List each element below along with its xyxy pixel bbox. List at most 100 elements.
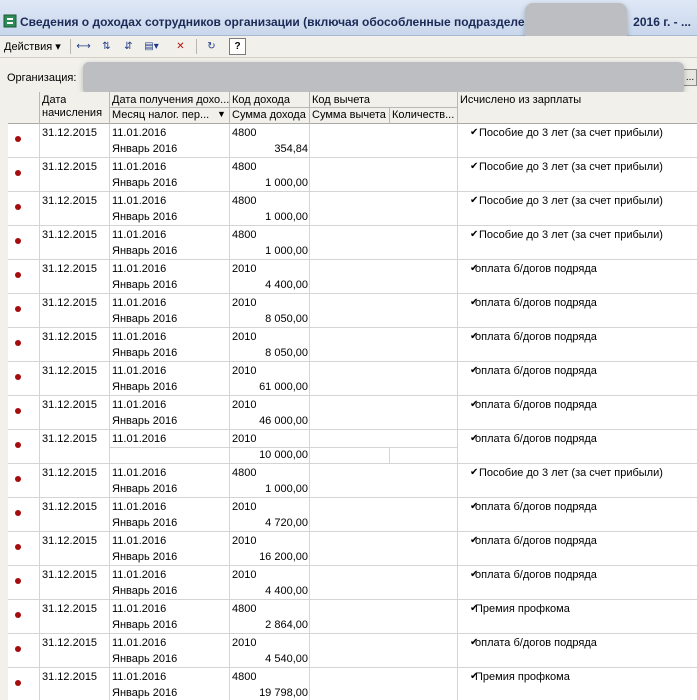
cell-income-sum: 1 000,00 xyxy=(265,483,308,495)
header-income-sum[interactable]: Сумма дохода xyxy=(232,109,306,121)
actions-menu[interactable]: Действия ▾ xyxy=(4,40,61,53)
column-divider xyxy=(229,362,230,396)
table-row[interactable]: 31.12.2015 11.01.2016 Январь 2016 4800 354,8… xyxy=(8,124,697,158)
table-row[interactable]: 31.12.2015 11.01.2016 Январь 2016 2010 16 20… xyxy=(8,532,697,566)
cell-calculated-from: оплата б/догов подряда xyxy=(475,263,597,275)
column-divider xyxy=(309,294,310,328)
column-divider xyxy=(109,294,110,328)
row-status-icon xyxy=(15,408,21,414)
column-divider xyxy=(309,260,310,294)
organization-select-button[interactable]: ... xyxy=(683,69,697,86)
sort-asc-icon[interactable]: ⇅ xyxy=(98,38,115,55)
cell-income-code: 4800 xyxy=(232,161,257,173)
table-row[interactable]: 31.12.2015 11.01.2016 Январь 2016 2010 8 050… xyxy=(8,294,697,328)
filter-list-icon[interactable]: ▤▾ xyxy=(143,38,160,55)
cell-income-code: 4800 xyxy=(232,127,257,139)
table-row[interactable]: 31.12.2015 11.01.2016 Январь 2016 2010 4 400… xyxy=(8,260,697,294)
header-quantity[interactable]: Количеств... xyxy=(392,109,458,121)
cell-calculated-from: оплата б/догов подряда xyxy=(475,501,597,513)
table-row[interactable]: 31.12.2015 11.01.2016 Январь 2016 2010 4 540… xyxy=(8,634,697,668)
cell-calculated-from: оплата б/догов подряда xyxy=(475,569,597,581)
cell-tax-month: Январь 2016 xyxy=(112,551,178,563)
table-row[interactable]: 31.12.2015 11.01.2016 Январь 2016 4800 2 864… xyxy=(8,600,697,634)
table-row[interactable]: 31.12.2015 11.01.2016 Январь 2016 4800 1 000… xyxy=(8,464,697,498)
organization-field[interactable] xyxy=(83,62,684,94)
header-income-code[interactable]: Код дохода xyxy=(232,94,290,106)
column-divider xyxy=(229,328,230,362)
refresh-icon[interactable]: ↻ xyxy=(203,38,220,55)
row-status-icon xyxy=(15,578,21,584)
table-row[interactable]: 31.12.2015 11.01.2016 Январь 2016 2010 8 050… xyxy=(8,328,697,362)
table-row[interactable]: 31.12.2015 11.01.2016 Январь 2016 4800 1 000… xyxy=(8,192,697,226)
header-date-income[interactable]: Дата получения дохо... xyxy=(112,94,230,106)
cell-date-accrual: 31.12.2015 xyxy=(42,127,98,139)
cell-date-received: 11.01.2016 xyxy=(112,127,167,139)
row-status-icon xyxy=(15,374,21,380)
header-tax-month[interactable]: Месяц налог. пер... xyxy=(112,109,216,121)
cell-date-accrual: 31.12.2015 xyxy=(42,297,98,309)
cell-income-code: 2010 xyxy=(232,569,257,581)
header-deduction-code[interactable]: Код вычета xyxy=(312,94,370,106)
header-calculated-from[interactable]: Исчислено из зарплаты xyxy=(460,94,581,106)
column-divider xyxy=(109,634,110,668)
column-divider xyxy=(457,294,458,328)
cell-tax-month: Январь 2016 xyxy=(112,177,178,189)
column-divider xyxy=(309,668,310,700)
cell-income-sum: 2 864,00 xyxy=(265,619,308,631)
row-status-icon xyxy=(15,136,21,142)
cell-calculated-from: оплата б/догов подряда xyxy=(475,297,597,309)
row-status-icon xyxy=(15,306,21,312)
header-deduction-sum[interactable]: Сумма вычета xyxy=(312,109,386,121)
cell-income-code: 2010 xyxy=(232,535,257,547)
expand-icon[interactable]: ⟷ xyxy=(75,38,92,55)
checkmark-icon: ✔ xyxy=(470,161,479,172)
row-status-icon xyxy=(15,476,21,482)
table-row[interactable]: 31.12.2015 11.01.2016 Январь 2016 2010 61 00… xyxy=(8,362,697,396)
cell-calculated-from: оплата б/догов подряда xyxy=(475,535,597,547)
column-divider xyxy=(229,566,230,600)
cell-calculated-from: Пособие до 3 лет (за счет прибыли) xyxy=(479,161,663,173)
column-divider xyxy=(309,328,310,362)
table-row[interactable]: 31.12.2015 11.01.2016 Январь 2016 4800 19 79… xyxy=(8,668,697,700)
table-row[interactable]: 31.12.2015 11.01.2016 Январь 2016 2010 4 400… xyxy=(8,566,697,600)
cell-date-accrual: 31.12.2015 xyxy=(42,365,98,377)
clear-filter-icon[interactable]: ✕ xyxy=(172,38,189,55)
cell-date-received: 11.01.2016 xyxy=(112,297,167,309)
column-divider xyxy=(39,192,40,226)
column-divider xyxy=(309,464,310,498)
table-row[interactable]: 31.12.2015 11.01.2016 Январь 2016 2010 46 00… xyxy=(8,396,697,430)
column-divider xyxy=(39,396,40,430)
table-row[interactable]: 31.12.2015 11.01.2016 2010 10 000,00 ✔ оплата… xyxy=(8,430,697,464)
column-divider xyxy=(457,124,458,158)
table-row[interactable]: 31.12.2015 11.01.2016 Январь 2016 4800 1 000… xyxy=(8,158,697,192)
cell-income-sum: 4 400,00 xyxy=(265,279,308,291)
cell-income-sum: 8 050,00 xyxy=(265,347,308,359)
cell-tax-month: Январь 2016 xyxy=(112,415,178,427)
column-divider xyxy=(309,362,310,396)
column-divider xyxy=(39,532,40,566)
column-divider xyxy=(109,226,110,260)
cell-income-code: 4800 xyxy=(232,229,257,241)
help-button[interactable]: ? xyxy=(229,38,246,55)
column-divider xyxy=(309,158,310,192)
cell-income-code: 4800 xyxy=(232,603,257,615)
header-date-accrual[interactable]: Дата xyxy=(42,94,66,106)
row-status-icon xyxy=(15,238,21,244)
column-divider xyxy=(309,226,310,260)
cell-calculated-from: оплата б/догов подряда xyxy=(475,637,597,649)
column-divider xyxy=(39,600,40,634)
window-title: Сведения о доходах сотрудников организац… xyxy=(20,15,532,29)
cell-date-received: 11.01.2016 xyxy=(112,195,167,207)
column-divider xyxy=(39,124,40,158)
sort-desc-icon[interactable]: ⇵ xyxy=(120,38,137,55)
column-divider xyxy=(457,430,458,464)
column-divider xyxy=(457,532,458,566)
table-row[interactable]: 31.12.2015 11.01.2016 Январь 2016 2010 4 720… xyxy=(8,498,697,532)
cell-tax-month: Январь 2016 xyxy=(112,381,178,393)
cell-income-code: 4800 xyxy=(232,467,257,479)
cell-date-received: 11.01.2016 xyxy=(112,603,167,615)
checkmark-icon: ✔ xyxy=(470,229,479,240)
cell-calculated-from: Премия профкома xyxy=(475,671,570,683)
table-row[interactable]: 31.12.2015 11.01.2016 Январь 2016 4800 1 000… xyxy=(8,226,697,260)
cell-tax-month: Январь 2016 xyxy=(112,483,178,495)
